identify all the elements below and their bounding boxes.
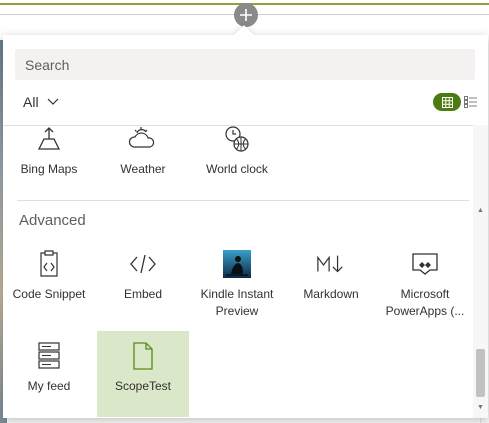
add-webpart-button[interactable] [234, 3, 258, 27]
tile-world-clock[interactable]: World clock [191, 126, 283, 200]
weather-icon [128, 127, 155, 148]
tile-label: My feed [27, 379, 71, 393]
tile-microsoft-powerapps[interactable]: Microsoft PowerApps (... [379, 239, 471, 329]
section-divider [17, 200, 469, 201]
tile-label: Embed [123, 287, 163, 301]
tile-markdown[interactable]: Markdown [285, 239, 377, 329]
tile-bing-maps[interactable]: Bing Maps [3, 126, 95, 200]
tile-label: Code Snippet [12, 287, 86, 301]
scroll-down-arrow-icon[interactable]: ▼ [477, 404, 484, 411]
tile-label: World clock [206, 162, 268, 176]
webpart-picker-panel: All Bing Maps [3, 35, 488, 418]
scrollbar-thumb[interactable] [476, 349, 485, 397]
tile-code-snippet[interactable]: Code Snippet [3, 239, 95, 329]
scroll-up-arrow-icon[interactable]: ▲ [477, 207, 484, 214]
tile-label: Weather [120, 162, 166, 176]
search-input[interactable] [23, 55, 475, 74]
document-icon [133, 342, 153, 370]
plus-icon [240, 9, 252, 21]
tile-label: Microsoft PowerApps (... [385, 287, 465, 318]
map-pin-icon [37, 127, 61, 150]
feed-icon [38, 342, 60, 369]
category-filter-dropdown[interactable]: All [23, 92, 59, 112]
grid-view-icon [441, 96, 453, 108]
tile-weather[interactable]: Weather [97, 126, 189, 200]
tile-label: Markdown [303, 287, 359, 301]
tile-label: Bing Maps [20, 162, 78, 176]
tile-embed[interactable]: Embed [97, 239, 189, 329]
tile-label: ScopeTest [114, 379, 172, 393]
tile-scopetest[interactable]: ScopeTest [97, 331, 189, 417]
webpart-list: Bing Maps Weather World clock Advanced C… [3, 125, 473, 418]
grid-view-toggle[interactable] [433, 93, 461, 111]
markdown-icon [317, 255, 343, 273]
tile-kindle-instant-preview[interactable]: Kindle Instant Preview [191, 239, 283, 329]
embed-icon [130, 254, 156, 274]
section-title-advanced: Advanced [19, 212, 86, 229]
chevron-down-icon [47, 98, 58, 105]
code-snippet-icon [40, 250, 58, 277]
tile-my-feed[interactable]: My feed [3, 331, 95, 417]
tile-label: Kindle Instant Preview [200, 287, 274, 318]
search-box[interactable] [15, 49, 475, 80]
filter-label: All [23, 94, 39, 110]
list-view-icon[interactable] [464, 96, 478, 108]
powerapps-icon [412, 253, 438, 275]
kindle-icon [223, 250, 251, 278]
scrollbar[interactable]: ▲ ▼ [473, 125, 488, 418]
world-clock-icon [225, 126, 249, 152]
